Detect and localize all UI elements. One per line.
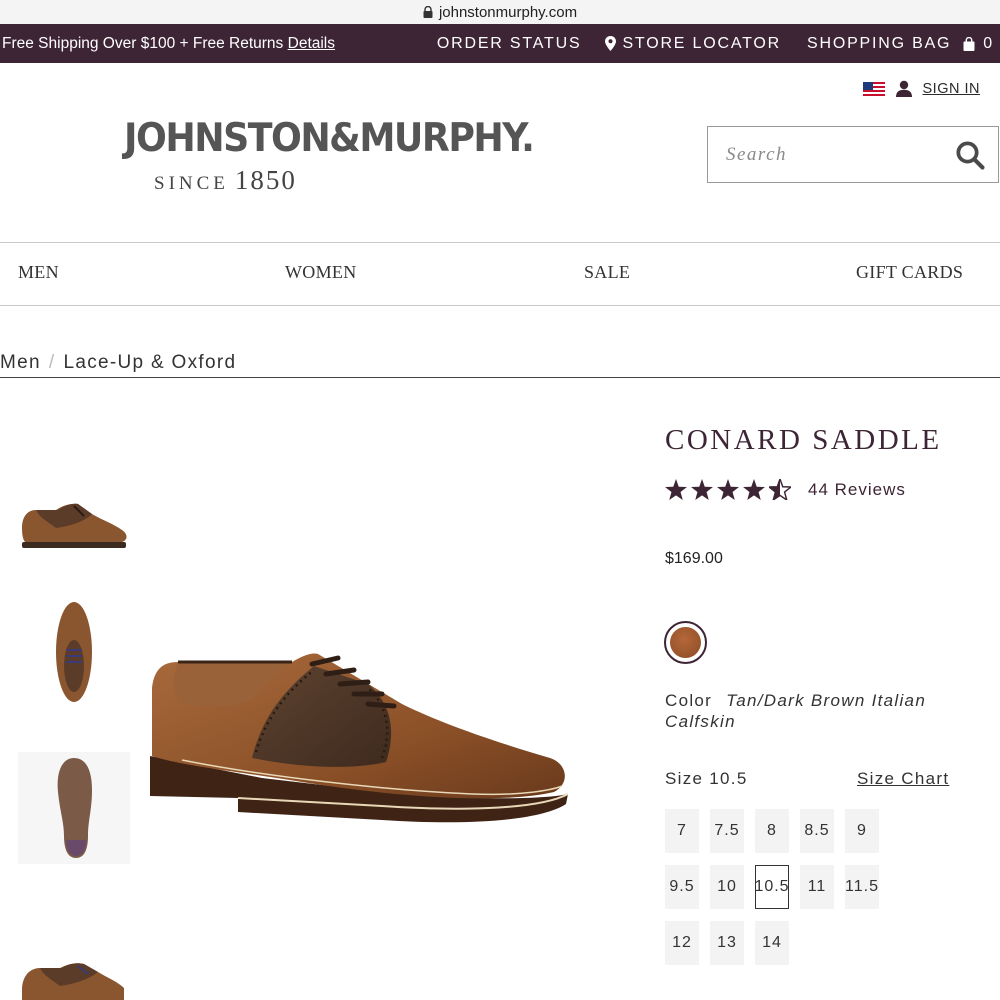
size-chart-link[interactable]: Size Chart	[857, 769, 949, 789]
nav-item-gift-cards[interactable]: GIFT CARDS	[856, 262, 963, 283]
nav-item-sale[interactable]: SALE	[584, 262, 630, 283]
search-input[interactable]	[708, 127, 955, 182]
shoe-top-thumbnail	[56, 602, 92, 702]
reviews-link[interactable]: 44 Reviews	[808, 480, 906, 500]
product-thumbnail-angle[interactable]	[18, 960, 130, 1000]
us-flag-icon[interactable]	[862, 81, 885, 96]
brand-logo[interactable]: JOHNSTON&MURPHY. SINCE 1850	[124, 116, 535, 196]
browser-url-bar[interactable]: johnstonmurphy.com	[0, 0, 1000, 24]
utility-links: ORDER STATUS STORE LOCATOR SHOPPING BAG …	[437, 24, 994, 63]
logo-since-text: SINCE	[154, 173, 229, 194]
size-option[interactable]: 13	[710, 921, 744, 965]
user-icon	[895, 80, 912, 97]
promo-text: Free Shipping Over $100 + Free Returns	[2, 34, 284, 52]
color-info: Color Tan/Dark Brown Italian Calfskin	[665, 690, 965, 732]
account-utility: SIGN IN	[862, 80, 980, 97]
logo-brand-text: JOHNSTON&MURPHY.	[124, 116, 535, 161]
size-option[interactable]: 10	[710, 865, 744, 909]
breadcrumb-separator: /	[48, 352, 56, 373]
size-option[interactable]: 14	[755, 921, 789, 965]
breadcrumb-men[interactable]: Men	[0, 352, 41, 373]
main-nav: MEN WOMEN SALE GIFT CARDS	[0, 242, 1000, 306]
lock-icon	[423, 6, 433, 18]
promo-bar: Free Shipping Over $100 + Free Returns D…	[0, 24, 1000, 63]
shoe-main-illustration	[150, 653, 569, 823]
size-option[interactable]: 11	[800, 865, 834, 909]
breadcrumb: Men / Lace-Up & Oxford	[0, 352, 1000, 378]
store-locator-link[interactable]: STORE LOCATOR	[605, 35, 781, 53]
size-option[interactable]: 9	[845, 809, 879, 853]
breadcrumb-lace-up-oxford[interactable]: Lace-Up & Oxford	[63, 352, 236, 373]
product-thumbnail-sole[interactable]	[18, 752, 130, 864]
search-icon[interactable]	[955, 137, 985, 173]
color-label: Color	[665, 691, 713, 710]
product-thumbnail-top[interactable]	[52, 600, 96, 710]
color-swatch-selected[interactable]	[664, 621, 707, 664]
product-rating[interactable]: 44 Reviews	[665, 479, 906, 500]
size-option[interactable]: 7	[665, 809, 699, 853]
shopping-bag-icon	[963, 36, 975, 51]
promo-details-link[interactable]: Details	[288, 35, 335, 52]
bag-count: 0	[983, 34, 994, 52]
size-option[interactable]: 8	[755, 809, 789, 853]
size-option[interactable]: 11.5	[845, 865, 879, 909]
shopping-bag-link[interactable]: SHOPPING BAG 0	[807, 35, 994, 53]
product-thumbnail-side[interactable]	[18, 498, 130, 556]
size-option-selected[interactable]: 10.5	[754, 865, 789, 909]
star-full-icon	[743, 479, 765, 500]
logo-year: 1850	[234, 165, 297, 195]
search-box	[707, 126, 999, 183]
nav-item-women[interactable]: WOMEN	[285, 262, 357, 283]
size-option[interactable]: 8.5	[800, 809, 834, 853]
star-half-icon	[769, 479, 791, 500]
order-status-link[interactable]: ORDER STATUS	[437, 35, 582, 53]
star-full-icon	[691, 479, 713, 500]
size-option[interactable]: 9.5	[665, 865, 699, 909]
shoe-sole-thumbnail	[18, 752, 130, 864]
product-main-image[interactable]	[142, 648, 574, 848]
size-option[interactable]: 12	[665, 921, 699, 965]
product-title: CONARD SADDLE	[665, 424, 942, 456]
shoe-angle-thumbnail	[22, 963, 124, 1000]
rating-stars	[665, 479, 791, 500]
star-full-icon	[665, 479, 687, 500]
star-full-icon	[717, 479, 739, 500]
shopping-bag-label: SHOPPING BAG	[807, 34, 952, 52]
shoe-side-thumbnail	[22, 503, 127, 548]
browser-url: johnstonmurphy.com	[438, 3, 578, 21]
sign-in-link[interactable]: SIGN IN	[923, 81, 980, 97]
size-option[interactable]: 7.5	[710, 809, 744, 853]
product-price: $169.00	[665, 550, 723, 567]
size-label: Size 10.5	[665, 769, 748, 788]
logo-since: SINCE 1850	[124, 165, 496, 196]
map-pin-icon	[605, 36, 617, 51]
nav-item-men[interactable]: MEN	[18, 262, 59, 283]
color-swatch-fill	[670, 627, 701, 658]
order-status-label: ORDER STATUS	[436, 34, 582, 52]
store-locator-label: STORE LOCATOR	[622, 34, 781, 52]
promo-message: Free Shipping Over $100 + Free Returns D…	[0, 35, 335, 53]
